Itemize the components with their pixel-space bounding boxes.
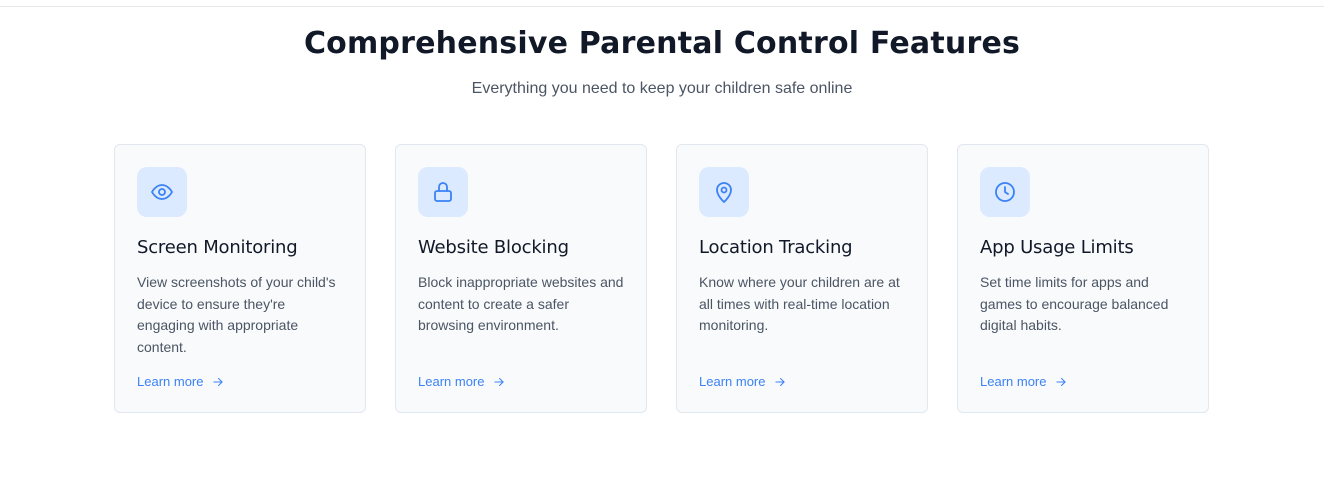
arrow-right-icon — [213, 377, 224, 386]
features-section: Comprehensive Parental Control Features … — [0, 0, 1324, 490]
learn-more-label: Learn more — [699, 374, 766, 389]
feature-title: Location Tracking — [699, 237, 853, 258]
feature-icon-tile — [137, 167, 187, 217]
learn-more-link[interactable]: Learn more — [699, 374, 787, 389]
feature-icon-tile — [418, 167, 468, 217]
feature-description: Know where your children are at all time… — [699, 274, 900, 333]
arrow-right-icon — [1056, 377, 1067, 386]
arrow-right-icon — [775, 377, 786, 386]
top-divider — [0, 6, 1324, 7]
section-title: Comprehensive Parental Control Features — [303, 26, 1021, 61]
feature-card-website-blocking: Website Blocking Block inappropriate web… — [395, 144, 647, 413]
learn-more-label: Learn more — [980, 374, 1047, 389]
arrow-right-icon — [494, 377, 505, 386]
feature-description: Set time limits for apps and games to en… — [980, 274, 1169, 333]
map-pin-icon — [716, 182, 732, 203]
feature-cards: Screen Monitoring View screenshots of yo… — [114, 144, 1209, 413]
learn-more-link[interactable]: Learn more — [980, 374, 1068, 389]
feature-title: App Usage Limits — [980, 237, 1134, 258]
feature-title: Website Blocking — [418, 237, 569, 258]
feature-description: View screenshots of your child's device … — [137, 274, 336, 355]
section-subtitle: Everything you need to keep your childre… — [471, 80, 853, 97]
eye-icon — [151, 184, 173, 200]
learn-more-label: Learn more — [418, 374, 485, 389]
feature-card-location-tracking: Location Tracking Know where your childr… — [676, 144, 928, 413]
feature-description: Block inappropriate websites and content… — [418, 274, 624, 333]
feature-card-screen-monitoring: Screen Monitoring View screenshots of yo… — [114, 144, 366, 413]
lock-icon — [434, 182, 452, 202]
learn-more-label: Learn more — [137, 374, 204, 389]
feature-icon-tile — [699, 167, 749, 217]
feature-icon-tile — [980, 167, 1030, 217]
learn-more-link[interactable]: Learn more — [137, 374, 225, 389]
clock-icon — [995, 182, 1015, 202]
learn-more-link[interactable]: Learn more — [418, 374, 506, 389]
feature-title: Screen Monitoring — [137, 237, 298, 258]
feature-card-app-usage-limits: App Usage Limits Set time limits for app… — [957, 144, 1209, 413]
